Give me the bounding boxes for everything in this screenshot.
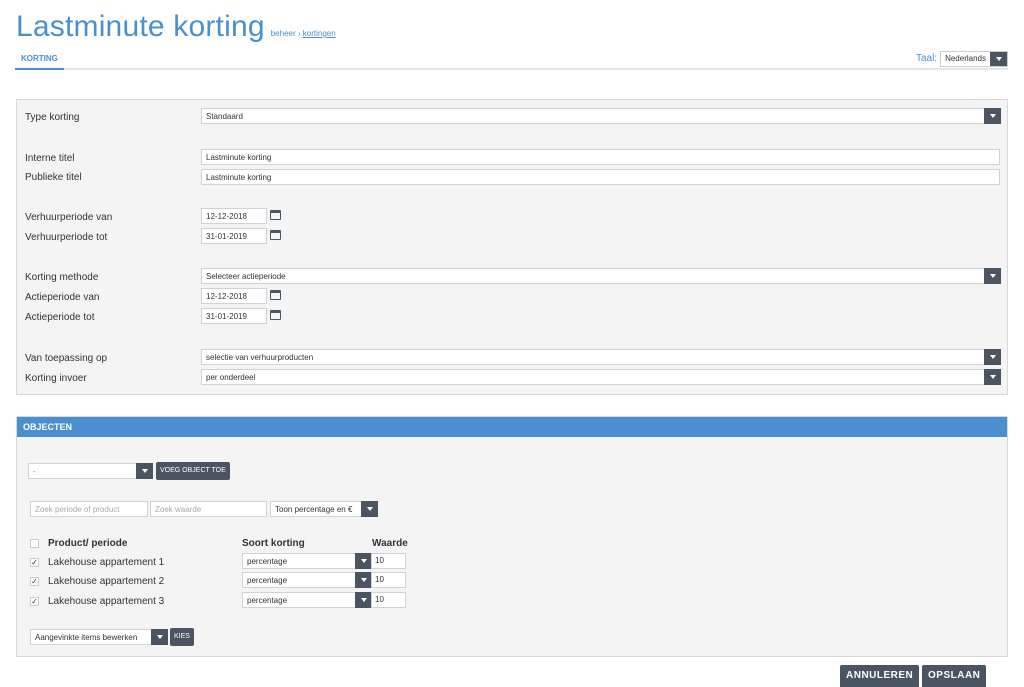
row-type-value: percentage [247, 556, 288, 566]
add-object-button[interactable]: VOEG OBJECT TOE [156, 462, 230, 480]
interne-titel-input[interactable]: Lastminute korting [201, 149, 1000, 165]
objecten-panel: OBJECTEN - VOEG OBJECT TOE Zoek periode … [16, 416, 1008, 657]
type-korting-value: Standaard [206, 111, 243, 121]
table-row-name: Lakehouse appartement 2 [48, 576, 165, 587]
interne-titel-label: Interne titel [25, 153, 75, 164]
toepassing-select[interactable]: selectie van verhuurproducten [201, 349, 1001, 365]
breadcrumb-current[interactable]: kortingen [303, 29, 336, 38]
row-value-input[interactable]: 10 [371, 592, 406, 608]
row-checkbox check-icon[interactable]: ✓ [30, 558, 39, 567]
chevron-down-icon [151, 629, 168, 645]
chevron-down-icon [984, 369, 1001, 385]
tab-korting[interactable]: KORTING [15, 50, 64, 70]
breadcrumb-separator: › [297, 29, 301, 38]
object-select[interactable]: - [28, 463, 153, 479]
language-selector: Taal: Nederlands [916, 50, 1008, 67]
row-value-input[interactable]: 10 [371, 572, 406, 588]
language-select[interactable]: Nederlands [940, 50, 1008, 67]
language-label: Taal: [915, 53, 938, 64]
row-type-value: percentage [247, 595, 288, 605]
toepassing-value: selectie van verhuurproducten [206, 352, 314, 362]
row-checkbox check-icon[interactable]: ✓ [30, 577, 39, 586]
korting-form-panel: Type korting Standaard Interne titel Las… [16, 99, 1008, 395]
verhuur-van-label: Verhuurperiode van [25, 212, 113, 223]
row-value-input[interactable]: 10 [371, 553, 406, 569]
chevron-down-icon [984, 108, 1001, 124]
actie-van-label: Actieperiode van [25, 292, 100, 303]
chevron-down-icon [984, 349, 1001, 365]
row-type-value: percentage [247, 575, 288, 585]
invoer-value: per onderdeel [206, 372, 256, 382]
interne-titel-value: Lastminute korting [206, 152, 272, 162]
search-value-input[interactable]: Zoek waarde [150, 501, 267, 517]
bulk-edit-value: Aangevinkte items bewerken [35, 632, 138, 642]
chevron-down-icon [355, 592, 372, 608]
table-row-name: Lakehouse appartement 3 [48, 596, 165, 607]
actie-van-input[interactable]: 12-12-2018 [201, 288, 267, 304]
chevron-down-icon [355, 572, 372, 588]
toepassing-label: Van toepassing op [25, 353, 108, 364]
column-soort: Soort korting [242, 538, 305, 549]
calendar-icon[interactable] [270, 230, 281, 240]
verhuur-tot-input[interactable]: 31-01-2019 [201, 228, 267, 244]
actie-tot-input[interactable]: 31-01-2019 [201, 308, 267, 324]
column-product: Product/ periode [48, 538, 128, 549]
breadcrumb-root[interactable]: beheer [271, 29, 296, 38]
chevron-down-icon [990, 51, 1007, 66]
chevron-down-icon [355, 553, 372, 569]
page-header: Lastminute korting beheer › kortingen [16, 4, 336, 44]
display-select-value: Toon percentage en € [275, 504, 353, 514]
korting-methode-value: Selecteer actieperiode [206, 271, 286, 281]
korting-methode-label: Korting methode [25, 272, 99, 283]
cancel-button[interactable]: ANNULEREN [840, 665, 920, 687]
type-korting-label: Type korting [25, 112, 80, 123]
actie-van-value: 12-12-2018 [206, 291, 247, 301]
table-row-name: Lakehouse appartement 1 [48, 557, 165, 568]
language-value: Nederlands [945, 54, 986, 63]
breadcrumb: beheer › kortingen [271, 29, 336, 44]
calendar-icon[interactable] [270, 210, 281, 220]
column-waarde: Waarde [372, 538, 408, 549]
chevron-down-icon [984, 268, 1001, 284]
objecten-header: OBJECTEN [17, 417, 1007, 437]
select-all-checkbox[interactable] [30, 539, 39, 548]
bulk-edit-select[interactable]: Aangevinkte items bewerken [30, 629, 168, 645]
save-button[interactable]: OPSLAAN [922, 665, 987, 687]
page-title: Lastminute korting [16, 10, 265, 43]
display-select[interactable]: Toon percentage en € [270, 501, 378, 517]
actie-tot-value: 31-01-2019 [206, 311, 247, 321]
publieke-titel-input[interactable]: Lastminute korting [201, 169, 1000, 185]
calendar-icon[interactable] [270, 310, 281, 320]
actie-tot-label: Actieperiode tot [25, 312, 95, 323]
invoer-select[interactable]: per onderdeel [201, 369, 1001, 385]
type-korting-select[interactable]: Standaard [201, 108, 1001, 124]
invoer-label: Korting invoer [25, 373, 87, 384]
verhuur-van-input[interactable]: 12-12-2018 [201, 208, 267, 224]
calendar-icon[interactable] [270, 290, 281, 300]
row-type-select[interactable]: percentage [242, 592, 372, 608]
verhuur-van-value: 12-12-2018 [206, 211, 247, 221]
chevron-down-icon [361, 501, 378, 517]
row-checkbox check-icon[interactable]: ✓ [30, 597, 39, 606]
object-select-value: - [33, 466, 36, 476]
verhuur-tot-label: Verhuurperiode tot [25, 232, 108, 243]
chevron-down-icon [136, 463, 153, 479]
publieke-titel-label: Publieke titel [25, 172, 82, 183]
row-type-select[interactable]: percentage [242, 572, 372, 588]
kies-button[interactable]: KIES [170, 628, 194, 646]
korting-methode-select[interactable]: Selecteer actieperiode [201, 268, 1001, 284]
tab-bar: KORTING Taal: Nederlands [15, 50, 1008, 70]
search-period-input[interactable]: Zoek periode of product [30, 501, 148, 517]
row-type-select[interactable]: percentage [242, 553, 372, 569]
verhuur-tot-value: 31-01-2019 [206, 231, 247, 241]
publieke-titel-value: Lastminute korting [206, 172, 272, 182]
